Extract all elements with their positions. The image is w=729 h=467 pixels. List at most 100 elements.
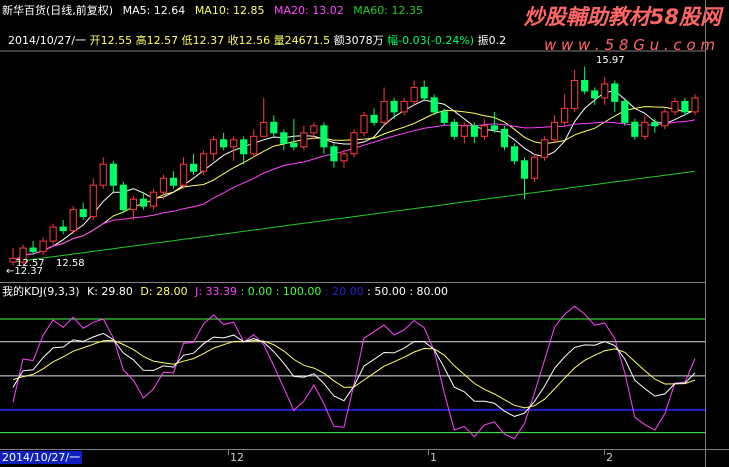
candle-body bbox=[581, 79, 589, 92]
kdj-k-value: K: 29.80 bbox=[87, 285, 133, 298]
candle-body bbox=[390, 100, 398, 113]
candle-body bbox=[370, 114, 378, 123]
price-chart[interactable] bbox=[0, 50, 705, 281]
kdj-lines bbox=[12, 305, 696, 440]
candle-body bbox=[290, 142, 298, 148]
candle-body bbox=[119, 184, 127, 211]
kdj-j-line bbox=[12, 305, 696, 440]
info-date: 2014/10/27/一 bbox=[8, 34, 87, 47]
candle-body bbox=[490, 125, 499, 130]
candle-body bbox=[340, 153, 348, 162]
candle-body bbox=[39, 240, 47, 253]
candle-body bbox=[209, 139, 218, 155]
info-amount: 额3078万 bbox=[333, 34, 384, 47]
candle-body bbox=[691, 97, 699, 113]
kdj-name: 我的KDJ(9,3,3) bbox=[2, 285, 80, 298]
x-tick-mark-2 bbox=[604, 449, 605, 455]
ma60-label: MA60: 12.35 bbox=[353, 4, 423, 17]
candle-body bbox=[330, 146, 338, 162]
x-tick-mark-12 bbox=[228, 449, 229, 455]
candle-body bbox=[230, 139, 238, 148]
candle-body bbox=[159, 177, 168, 193]
ma5-label: MA5: 12.64 bbox=[122, 4, 186, 17]
x-axis-tick-1: 1 bbox=[430, 451, 437, 464]
candle-body bbox=[400, 100, 408, 113]
candle-body bbox=[661, 111, 669, 127]
candle-body bbox=[420, 86, 428, 99]
candle-body bbox=[641, 121, 649, 137]
candle-body bbox=[591, 90, 599, 99]
kdj-level-20: : 20.00 bbox=[324, 285, 364, 298]
candle-body bbox=[129, 198, 137, 211]
candle-body bbox=[29, 247, 37, 253]
candlestick-series bbox=[9, 66, 699, 266]
kdj-d-line bbox=[12, 339, 696, 409]
kdj-header: 我的KDJ(9,3,3) K: 29.80 D: 28.00 J: 33.39 … bbox=[2, 285, 448, 298]
panel-separator bbox=[0, 282, 705, 283]
kdj-chart[interactable] bbox=[0, 298, 705, 448]
candle-body bbox=[601, 83, 609, 99]
candle-body bbox=[250, 135, 258, 155]
candle-body bbox=[360, 114, 368, 134]
candle-body bbox=[179, 163, 188, 186]
candle-body bbox=[240, 139, 248, 155]
kdj-j-value: J: 33.39 bbox=[195, 285, 238, 298]
low-price-marker-b: 12.58 bbox=[56, 258, 85, 269]
candle-body bbox=[500, 128, 509, 148]
candle-body bbox=[510, 146, 519, 162]
candle-body bbox=[440, 111, 448, 123]
candle-body bbox=[671, 100, 679, 113]
candle-body bbox=[350, 132, 358, 155]
high-price-marker: 15.97 bbox=[596, 55, 625, 66]
candle-body bbox=[460, 125, 468, 137]
candle-body bbox=[530, 156, 539, 179]
stock-name: 新华百货(日线,前复权) bbox=[2, 4, 114, 17]
candle-body bbox=[300, 132, 308, 148]
candle-body bbox=[470, 125, 478, 137]
candle-body bbox=[621, 100, 629, 123]
candle-body bbox=[540, 139, 549, 158]
kdj-level-0: : 0.00 bbox=[240, 285, 273, 298]
info-open: 开12.55 bbox=[89, 34, 133, 47]
x-axis-line bbox=[0, 449, 729, 450]
candle-body bbox=[520, 160, 529, 179]
candle-body bbox=[79, 209, 87, 218]
ma10-label: MA10: 12.85 bbox=[194, 4, 265, 17]
info-row: 2014/10/27/一 开12.55 高12.57 低12.37 收12.56… bbox=[8, 34, 506, 47]
ma20-label: MA20: 13.02 bbox=[274, 4, 344, 17]
x-axis-start-date: 2014/10/27/一 bbox=[0, 451, 83, 464]
candle-body bbox=[199, 153, 208, 172]
kdj-level-50: : 50.00 bbox=[367, 285, 406, 298]
candle-body bbox=[611, 83, 619, 102]
x-axis-tick-2: 2 bbox=[606, 451, 613, 464]
candle-body bbox=[310, 125, 318, 134]
info-amplitude: 振0.2 bbox=[477, 34, 507, 47]
candle-body bbox=[59, 226, 67, 232]
candle-body bbox=[149, 191, 158, 207]
candle-body bbox=[109, 163, 117, 186]
candle-body bbox=[430, 97, 438, 113]
x-tick-mark-1 bbox=[428, 449, 429, 455]
candle-body bbox=[480, 125, 488, 137]
candle-body bbox=[450, 121, 458, 137]
candle-body bbox=[560, 107, 569, 123]
candle-body bbox=[571, 79, 579, 109]
candle-body bbox=[320, 125, 328, 148]
candle-body bbox=[280, 132, 288, 144]
right-border bbox=[705, 0, 706, 467]
kdj-d-value: D: 28.00 bbox=[140, 285, 188, 298]
candle-body bbox=[49, 226, 57, 242]
low-price-marker-c: ←12.37 bbox=[6, 266, 44, 277]
candle-body bbox=[631, 121, 639, 137]
candle-body bbox=[89, 184, 97, 218]
candle-body bbox=[220, 139, 228, 148]
info-close: 收12.56 bbox=[227, 34, 271, 47]
candle-body bbox=[550, 121, 559, 141]
candle-body bbox=[380, 100, 388, 123]
watermark-title: 炒股輔助教材58股网 bbox=[523, 5, 721, 29]
info-volume: 量24671.5 bbox=[273, 34, 331, 47]
candle-body bbox=[270, 121, 278, 134]
kdj-level-100: : 100.00 bbox=[275, 285, 322, 298]
candle-body bbox=[189, 163, 198, 172]
info-high: 高12.57 bbox=[135, 34, 179, 47]
